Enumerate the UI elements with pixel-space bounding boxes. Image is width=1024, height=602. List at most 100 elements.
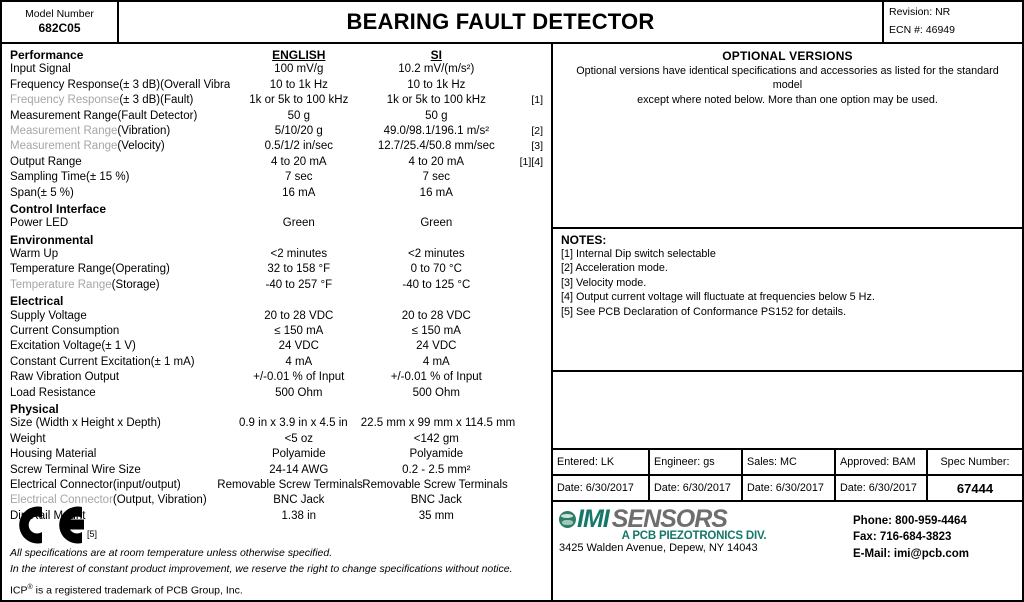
spec-label: Size (Width x Height x Depth)	[10, 417, 161, 430]
spec-number-label: Spec Number:	[940, 456, 1010, 468]
spec-row: Sampling Time(± 15 %) 7 sec 7 sec	[2, 171, 551, 186]
spec-label-repeated: Temperature Range	[10, 278, 112, 291]
spec-value-english: 4 to 20 mA	[270, 155, 327, 168]
spec-value-si: Green	[420, 217, 453, 230]
spec-label: Frequency Response(± 3 dB)(Overall Vibra…	[10, 78, 231, 91]
optional-versions-line-1: Optional versions have identical specifi…	[576, 65, 999, 92]
trademark-notice: ICP® is a registered trademark of PCB Gr…	[10, 584, 543, 597]
entered-date-cell: Date: 6/30/2017	[553, 476, 650, 500]
contact-info: Phone: 800-959-4464 Fax: 716-684-3823 E-…	[853, 507, 969, 562]
spec-row: Screw Terminal Wire Size 24-14 AWG 0.2 - 2…	[2, 464, 551, 479]
spec-value-si: 500 Ohm	[412, 386, 460, 399]
spec-label: Excitation Voltage(± 1 V)	[10, 340, 136, 353]
blank-section	[553, 372, 1022, 450]
spec-section-row: Physical	[2, 402, 551, 417]
spec-label: Environmental	[10, 232, 94, 247]
spec-value-si: 4 mA	[422, 355, 450, 368]
spec-label: Span(± 5 %)	[10, 186, 74, 199]
spec-value-english: +/-0.01 % of Input	[253, 371, 345, 384]
spec-note-ref: [2]	[531, 124, 543, 137]
spec-value-english: 500 Ohm	[275, 386, 323, 399]
spec-value-english: 24 VDC	[278, 340, 319, 353]
spec-value-english: Polyamide	[271, 448, 326, 461]
email-line: E-Mail: imi@pcb.com	[853, 547, 970, 560]
spec-value-english: 7 sec	[285, 171, 313, 184]
sales-date-cell: Date: 6/30/2017	[743, 476, 836, 500]
entered-by-cell: Entered: LK	[553, 450, 650, 474]
spec-row: Power LED Green Green	[2, 217, 551, 232]
spec-value-english: Green	[282, 217, 315, 230]
spec-label-repeated: Frequency Response	[10, 94, 120, 107]
spec-value-english: 24-14 AWG	[269, 463, 329, 476]
spec-value-english: 50 g	[287, 109, 310, 122]
spec-label: Constant Current Excitation(± 1 mA)	[10, 355, 195, 368]
spec-row: Raw Vibration Output +/-0.01 % of Input +/…	[2, 371, 551, 386]
spec-section-row: Electrical	[2, 294, 551, 309]
spec-value-si: 10.2 mV/(m/s²)	[398, 63, 475, 76]
spec-label-variant: (Storage)	[111, 278, 160, 291]
disclaimer-line-1: All specifications are at room temperatu…	[10, 546, 333, 559]
spec-label: Raw Vibration Output	[10, 371, 120, 384]
spec-value-si: 4 to 20 mA	[408, 155, 465, 168]
spec-row: Frequency Response(± 3 dB)(Fault) 1k or 5…	[2, 94, 551, 109]
spec-value-si: 7 sec	[422, 171, 451, 184]
spec-value-english: -40 to 257 °F	[265, 278, 333, 291]
ce-note-ref: [5]	[87, 528, 98, 539]
spec-value-si: 16 mA	[419, 186, 453, 199]
notes-title: NOTES:	[561, 233, 607, 247]
spec-label: Frequency Response(± 3 dB)(Fault)	[2, 94, 230, 106]
page-title: BEARING FAULT DETECTOR	[346, 9, 655, 34]
spec-value-si: 0 to 70 °C	[410, 263, 462, 276]
spec-row: Span(± 5 %) 16 mA 16 mA	[2, 187, 551, 202]
spec-label: Measurement Range(Fault Detector)	[10, 109, 198, 122]
spec-label: Screw Terminal Wire Size	[10, 463, 141, 476]
spec-label-repeated: Measurement Range	[10, 140, 118, 153]
phone-line: Phone: 800-959-4464	[853, 515, 967, 527]
spec-label: Electrical	[10, 294, 64, 309]
company-logo: IMI SENSORS A PCB PIEZOTRONICS DIV. 3425…	[559, 507, 829, 554]
spec-row: Constant Current Excitation(± 1 mA) 4 mA 4…	[2, 356, 551, 371]
spec-value-english: 10 to 1k Hz	[269, 78, 328, 91]
document-header: Model Number 682C05 BEARING FAULT DETECT…	[2, 2, 1022, 44]
spec-value-si: 22.5 mm x 99 mm x 114.5 mm	[360, 417, 516, 430]
spec-label: Power LED	[10, 217, 69, 230]
logo-imi-text: IMI	[577, 505, 610, 533]
spec-row: Measurement Range(Velocity) 0.5/1/2 in/se…	[2, 140, 551, 155]
spec-label: Input Signal	[10, 63, 71, 76]
spec-row: Electrical Connector(input/output) Remova…	[2, 479, 551, 494]
spec-sheet: Model Number 682C05 BEARING FAULT DETECT…	[0, 0, 1024, 602]
engineer-cell: Engineer: gs	[650, 450, 743, 474]
spec-note-ref: [3]	[531, 140, 543, 153]
specifications-table: Performance ENGLISH SI Input Signal 100 mV/g…	[2, 44, 551, 525]
spec-value-english: 1k or 5k to 100 kHz	[249, 94, 349, 107]
spec-value-english: 0.5/1/2 in/sec	[264, 140, 333, 153]
trademark-icp: ICP	[10, 584, 28, 596]
approved-date-cell: Date: 6/30/2017	[836, 476, 928, 500]
spec-value-si: SI	[430, 48, 442, 62]
spec-label-variant: (Velocity)	[117, 140, 165, 153]
spec-label-repeated: Measurement Range	[10, 124, 118, 137]
spec-note-ref: [1][4]	[519, 155, 543, 168]
signature-row-dates: Date: 6/30/2017 Date: 6/30/2017 Date: 6/…	[553, 476, 1022, 500]
engineer-date-cell: Date: 6/30/2017	[650, 476, 743, 500]
spec-row: Temperature Range(Operating) 32 to 158 °F…	[2, 263, 551, 278]
signature-row-names: Entered: LK Engineer: gs Sales: MC Appro…	[553, 450, 1022, 476]
spec-value-english: 100 mV/g	[274, 63, 324, 76]
spec-value-si: <2 minutes	[408, 248, 465, 261]
note-item: [3] Velocity mode.	[561, 276, 647, 289]
notes-section: NOTES: [1] Internal Dip switch selectabl…	[553, 229, 1022, 372]
spec-value-si: 20 to 28 VDC	[401, 309, 471, 322]
spec-label: Output Range	[10, 155, 82, 168]
ce-mark: [5]	[10, 503, 102, 545]
spec-note-ref: [1]	[531, 94, 543, 107]
spec-label: Measurement Range(Vibration)	[2, 125, 230, 137]
disclaimer-line-2: In the interest of constant product impr…	[10, 562, 513, 575]
trademark-rest: is a registered trademark of PCB Group, …	[32, 584, 243, 596]
spec-label-variant: (Vibration)	[117, 124, 171, 137]
logo-wordmark: IMI SENSORS	[559, 507, 829, 532]
note-item: [4] Output current voltage will fluctuat…	[561, 291, 875, 304]
model-number-value: 682C05	[38, 21, 81, 36]
spec-label: Current Consumption	[10, 325, 120, 338]
spec-value-si: +/-0.01 % of Input	[390, 371, 482, 384]
spec-value-english: ENGLISH	[272, 48, 326, 62]
